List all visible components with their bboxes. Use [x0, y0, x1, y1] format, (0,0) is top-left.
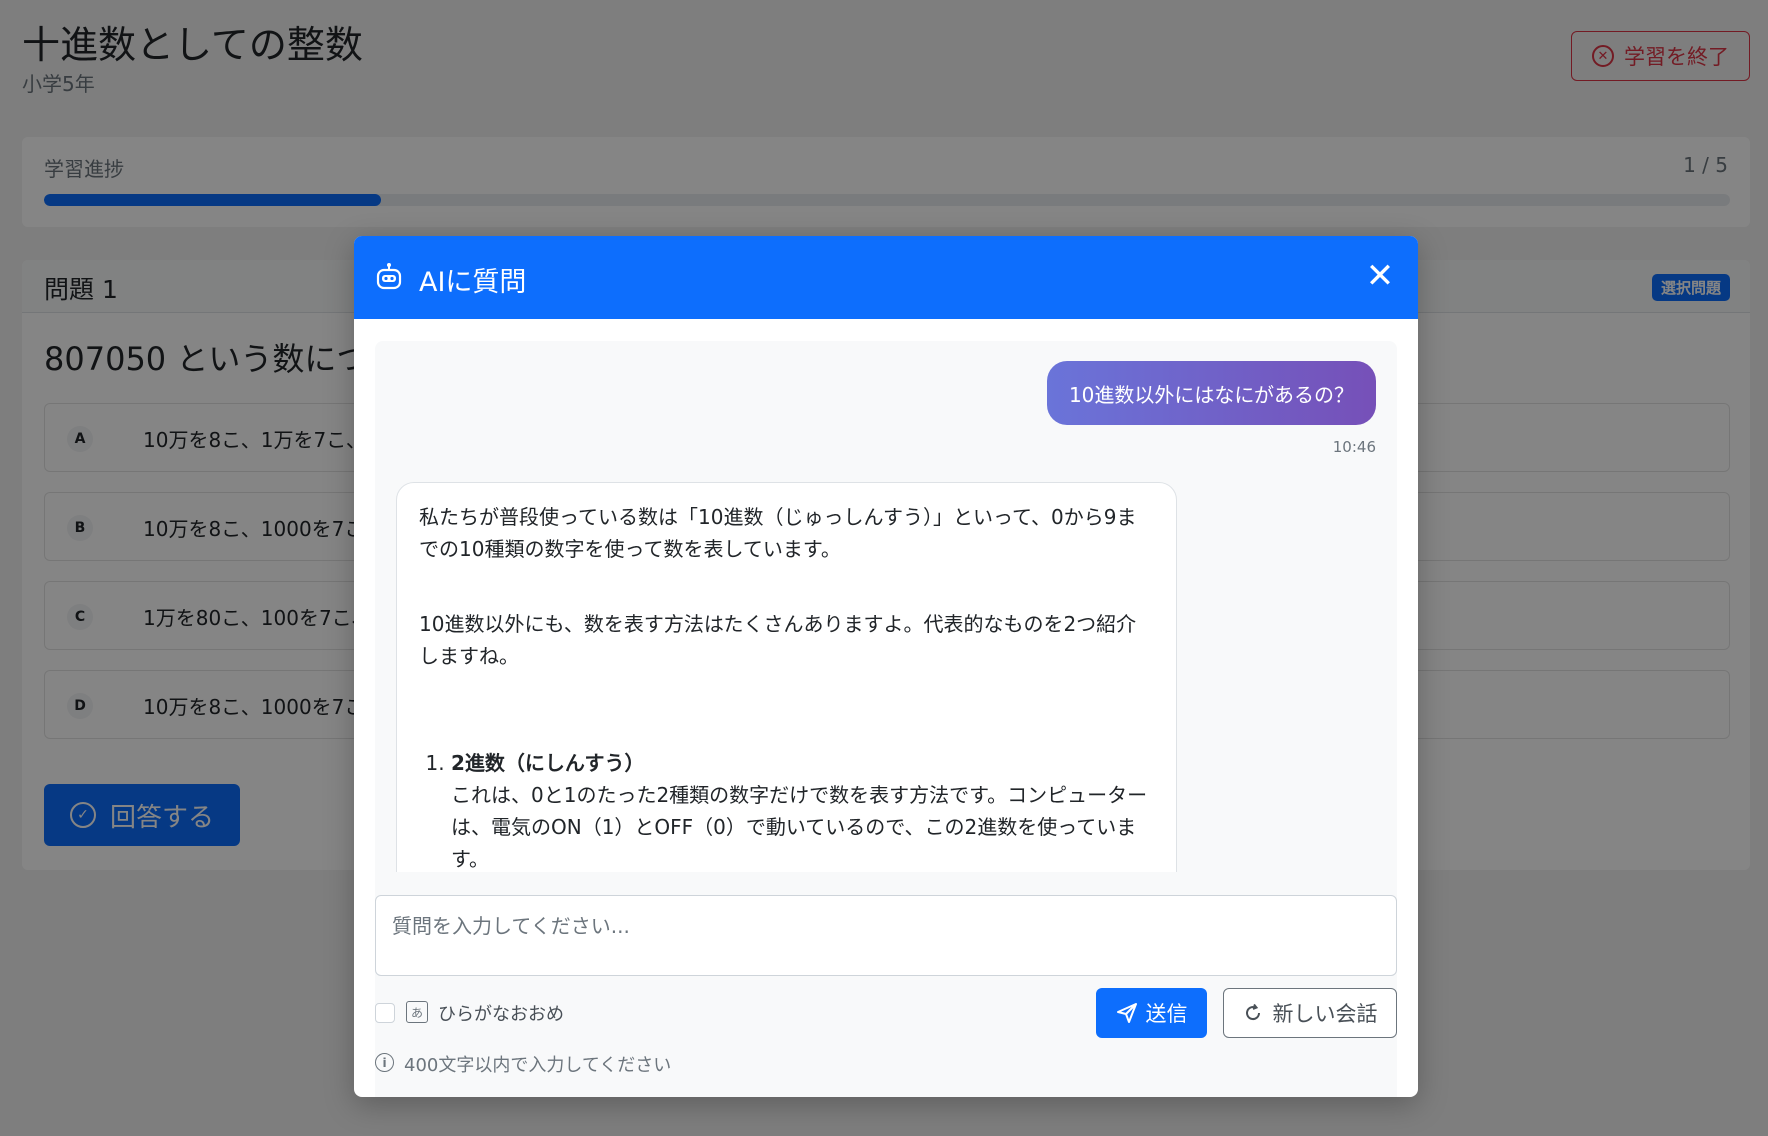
robot-icon [376, 263, 402, 290]
ai-paragraph-2: 10進数以外にも、数を表す方法はたくさんありますよ。代表的なものを2つ紹介します… [419, 612, 1137, 668]
ai-list-item-body: これは、0と1のたった2種類の数字だけで数を表す方法です。コンピューターは、電気… [451, 783, 1148, 871]
ai-list-item: 2進数（にしんすう） これは、0と1のたった2種類の数字だけで数を表す方法です。… [451, 747, 1154, 872]
close-icon[interactable]: ✕ [1360, 256, 1400, 296]
message-timestamp: 10:46 [1332, 438, 1376, 456]
hiragana-label: ひらがなおおめ [438, 1004, 564, 1025]
refresh-icon [1245, 1003, 1260, 1021]
ai-question-modal: AIに質問 ✕ 10進数以外にはなにがあるの？ 10:46 私たちが普段使ってい… [354, 236, 1418, 1097]
hiragana-checkbox[interactable] [375, 1003, 395, 1023]
send-icon [1116, 1003, 1137, 1023]
char-limit-note: 400文字以内で入力してください [404, 1055, 672, 1076]
user-message: 10進数以外にはなにがあるの？ [1046, 361, 1376, 425]
modal-title: AIに質問 [419, 267, 527, 298]
send-label: 送信 [1145, 1002, 1188, 1026]
translate-icon: あ [406, 1001, 428, 1023]
ai-list-item-title: 2進数（にしんすう） [451, 751, 645, 775]
ai-message: 私たちが普段使っている数は「10進数（じゅっしんすう）」といって、0から9までの… [396, 482, 1177, 872]
chat-history[interactable]: 10進数以外にはなにがあるの？ 10:46 私たちが普段使っている数は「10進数… [375, 341, 1397, 1097]
new-chat-button[interactable]: 新しい会話 [1223, 988, 1397, 1038]
chat-scroll-area[interactable]: 10進数以外にはなにがあるの？ 10:46 私たちが普段使っている数は「10進数… [375, 341, 1397, 872]
modal-header: AIに質問 ✕ [354, 236, 1418, 319]
ai-list: 2進数（にしんすう） これは、0と1のたった2種類の数字だけで数を表す方法です。… [451, 747, 1154, 872]
send-button[interactable]: 送信 [1096, 988, 1207, 1038]
new-chat-label: 新しい会話 [1272, 1002, 1378, 1026]
question-input[interactable] [375, 895, 1397, 976]
info-icon: i [375, 1053, 394, 1072]
ai-paragraph-1: 私たちが普段使っている数は「10進数（じゅっしんすう）」といって、0から9までの… [419, 505, 1137, 561]
